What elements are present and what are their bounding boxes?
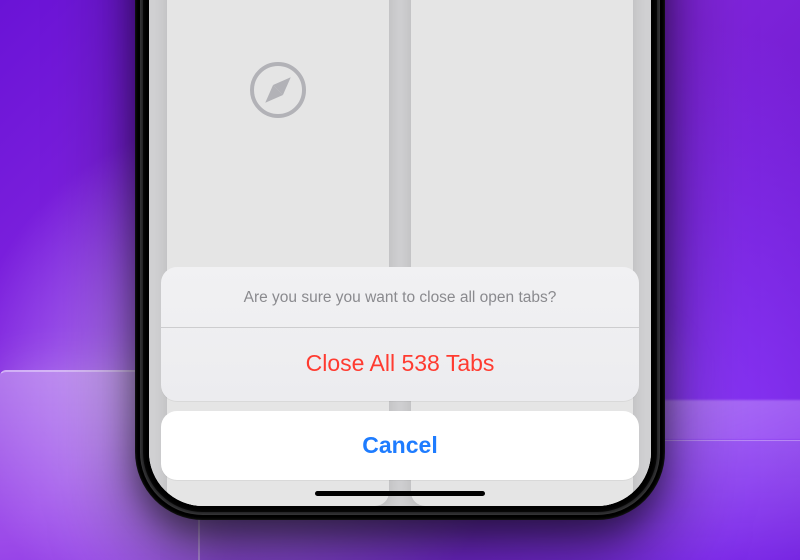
cancel-button[interactable]: Cancel xyxy=(161,411,639,480)
iphone-screen: released five beloved albums: 1994's At … xyxy=(149,0,651,506)
home-indicator[interactable] xyxy=(315,491,485,496)
close-tabs-action-sheet: Are you sure you want to close all open … xyxy=(161,267,639,480)
action-sheet-prompt: Are you sure you want to close all open … xyxy=(161,267,639,327)
iphone-device: released five beloved albums: 1994's At … xyxy=(135,0,665,520)
photo-backdrop: released five beloved albums: 1994's At … xyxy=(0,0,800,560)
action-sheet-group: Are you sure you want to close all open … xyxy=(161,267,639,401)
action-sheet-cancel-group: Cancel xyxy=(161,411,639,480)
close-all-tabs-button[interactable]: Close All 538 Tabs xyxy=(161,327,639,401)
